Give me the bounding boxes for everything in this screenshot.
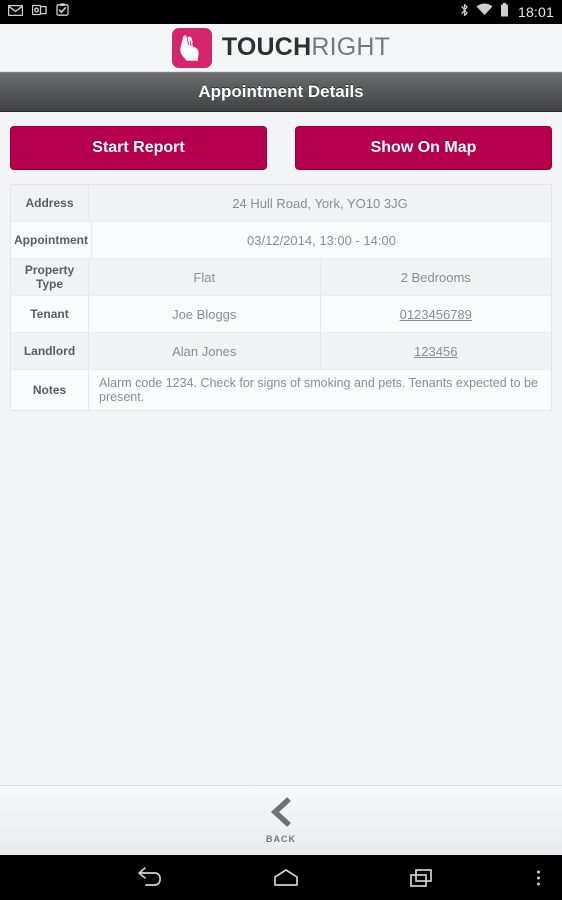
row-value-secondary: 0123456789 — [319, 296, 552, 332]
table-row: Landlord Alan Jones 123456 — [11, 333, 551, 370]
row-value: Joe Bloggs — [172, 306, 237, 322]
battery-icon — [500, 2, 509, 22]
back-button[interactable]: BACK — [0, 785, 562, 855]
android-recents-icon[interactable] — [407, 867, 437, 889]
show-on-map-button[interactable]: Show On Map — [295, 126, 552, 170]
bluetooth-icon — [460, 3, 469, 22]
page-title-bar: Appointment Details — [0, 72, 562, 112]
row-label: Address — [11, 185, 89, 221]
brand-logo: TOUCHRIGHT — [171, 27, 390, 68]
android-nav-bar — [0, 855, 562, 900]
row-value-secondary: 123456 — [319, 333, 552, 369]
table-row: Appointment 03/12/2014, 13:00 - 14:00 — [11, 222, 551, 259]
row-value-notes: Alarm code 1234. Check for signs of smok… — [99, 376, 538, 404]
table-row: Address 24 Hull Road, York, YO10 3JG — [11, 185, 551, 222]
touchright-hand-logo-icon — [171, 27, 212, 68]
android-back-icon[interactable] — [135, 866, 165, 889]
main-content: Start Report Show On Map Address 24 Hull… — [0, 112, 562, 785]
outlook-mail-icon — [31, 3, 47, 21]
page-title: Appointment Details — [198, 82, 364, 101]
action-buttons: Start Report Show On Map — [0, 112, 562, 182]
brand-name-light: RIGHT — [311, 33, 391, 61]
row-label: Landlord — [11, 333, 89, 369]
android-status-bar: 18:01 — [0, 0, 562, 24]
row-value: 24 Hull Road, York, YO10 3JG — [232, 195, 408, 211]
status-bar-notification-icons — [7, 3, 69, 21]
app-root: 18:01 TOUCHRIGHT Appointment Details Sta… — [0, 0, 562, 900]
chevron-left-icon — [268, 797, 294, 832]
row-value-secondary: 2 Bedrooms — [319, 259, 552, 295]
row-label: Appointment — [11, 222, 92, 258]
email-icon — [7, 3, 24, 21]
brand-header: TOUCHRIGHT — [0, 24, 562, 72]
clipboard-check-icon — [56, 3, 69, 21]
brand-wordmark: TOUCHRIGHT — [222, 35, 390, 60]
row-value: Flat — [193, 269, 216, 285]
row-label: Property Type — [11, 259, 89, 295]
status-bar-system-icons: 18:01 — [460, 2, 554, 22]
row-label: Notes — [11, 370, 89, 410]
start-report-button[interactable]: Start Report — [10, 126, 267, 170]
back-button-label: BACK — [266, 834, 296, 844]
android-nav-buttons — [125, 866, 437, 889]
row-label: Tenant — [11, 296, 89, 332]
status-bar-clock: 18:01 — [517, 4, 554, 20]
table-row: Tenant Joe Bloggs 0123456789 — [11, 296, 551, 333]
overflow-menu-icon[interactable] — [537, 870, 540, 885]
tenant-phone-link[interactable]: 0123456789 — [400, 307, 472, 322]
android-home-icon[interactable] — [271, 867, 301, 889]
table-row: Property Type Flat 2 Bedrooms — [11, 259, 551, 296]
row-value: Alan Jones — [172, 343, 237, 359]
wifi-icon — [476, 3, 493, 21]
brand-name-bold: TOUCH — [221, 33, 312, 61]
landlord-phone-link[interactable]: 123456 — [414, 344, 457, 359]
row-value: 03/12/2014, 13:00 - 14:00 — [247, 232, 396, 248]
appointment-details-table: Address 24 Hull Road, York, YO10 3JG App… — [10, 184, 552, 411]
table-row: Notes Alarm code 1234. Check for signs o… — [11, 370, 551, 410]
